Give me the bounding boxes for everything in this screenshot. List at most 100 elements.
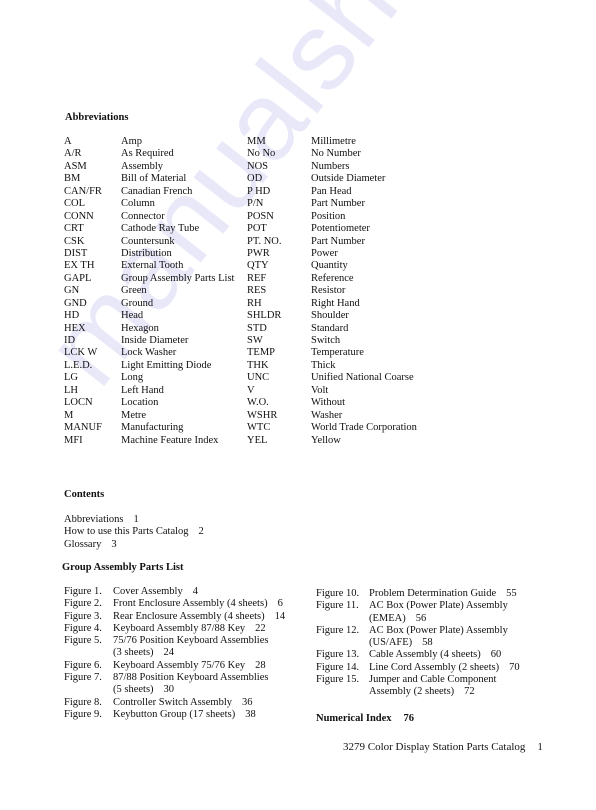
- abbreviation: RES: [247, 285, 267, 297]
- abbreviation: GAPL: [64, 272, 92, 284]
- figure-title: 75/76 Position Keyboard Assemblies: [113, 635, 269, 647]
- figure-label: Figure 4.: [64, 622, 102, 634]
- definition: Quantity: [311, 260, 348, 272]
- figure-entry[interactable]: Figure 2. Front Enclosure Assembly (4 she…: [64, 598, 283, 610]
- figure-title: Rear Enclosure Assembly (4 sheets): [113, 610, 265, 622]
- abbreviation: WSHR: [247, 409, 278, 421]
- figure-entry[interactable]: Figure 3. Rear Enclosure Assembly (4 shee…: [64, 611, 285, 623]
- definition: Long: [121, 372, 144, 384]
- abbreviation: QTY: [247, 260, 269, 272]
- contents-heading: Contents: [64, 489, 105, 500]
- figure-title: (EMEA): [369, 612, 406, 624]
- definition: Thick: [311, 359, 336, 371]
- definition: As Required: [121, 148, 174, 160]
- figure-label: Figure 5.: [64, 635, 102, 647]
- contents-item-title: How to use this Parts Catalog: [64, 526, 189, 538]
- abbreviation: POSN: [247, 210, 274, 222]
- abbreviation: SHLDR: [247, 310, 282, 322]
- abbreviation: CAN/FR: [64, 185, 102, 197]
- abbreviation: LCK W: [64, 347, 98, 359]
- figure-entry[interactable]: Figure 1. Cover Assembly 4: [64, 586, 198, 598]
- figure-entry[interactable]: Figure 5. 75/76 Position Keyboard Assembl…: [64, 635, 268, 660]
- definition: Countersunk: [121, 235, 175, 247]
- definition: Amp: [121, 136, 142, 147]
- figure-entry[interactable]: Figure 7. 87/88 Position Keyboard Assembl…: [64, 672, 268, 697]
- definition: No Number: [311, 148, 361, 160]
- definition: Location: [121, 397, 159, 409]
- abbreviation: CRT: [64, 223, 84, 235]
- abbreviation: P/N: [247, 198, 264, 210]
- definition: Resistor: [311, 285, 346, 297]
- figure-page: 4: [192, 586, 198, 597]
- abbreviation: SW: [247, 335, 263, 346]
- definition: Left Hand: [121, 384, 164, 396]
- figure-page: 38: [245, 708, 256, 720]
- figure-entry[interactable]: Figure 4. Keyboard Assembly 87/88 Key 22: [64, 622, 266, 635]
- abbreviation: LG: [64, 372, 78, 384]
- abbreviation: POT: [247, 223, 267, 235]
- figure-page: 28: [255, 659, 266, 671]
- definition: Hexagon: [121, 322, 159, 334]
- abbreviation: MFI: [64, 434, 83, 446]
- contents-item-title: Abbreviations: [64, 514, 124, 525]
- figure-entry[interactable]: Figure 15. Jumper and Cable Component Asse…: [316, 674, 496, 699]
- contents-item[interactable]: Glossary 3: [64, 539, 204, 551]
- figure-title: Assembly (2 sheets): [369, 686, 455, 698]
- figure-label: Figure 8.: [64, 696, 102, 708]
- abbreviation: EX TH: [64, 260, 95, 272]
- definition: Power: [311, 247, 338, 259]
- page-footer: 3279 Color Display Station Parts Catalog…: [343, 741, 543, 753]
- abbreviation: GN: [64, 285, 80, 297]
- contents-item[interactable]: How to use this Parts Catalog 2: [64, 526, 204, 538]
- abbreviation: RH: [247, 297, 262, 309]
- definition: Unified National Coarse: [311, 372, 414, 384]
- definition: External Tooth: [121, 260, 184, 272]
- contents-item[interactable]: Abbreviations 1: [64, 514, 204, 526]
- abbreviation: UNC: [247, 372, 270, 384]
- definition: Outside Diameter: [311, 173, 386, 185]
- contents-item-page: 2: [198, 526, 204, 538]
- abbreviation: GND: [64, 297, 87, 309]
- definition: Assembly: [121, 160, 163, 172]
- abbreviation: M: [64, 409, 74, 421]
- figure-entry[interactable]: Figure 10. Problem Determination Guide 55: [316, 588, 517, 600]
- figure-entry[interactable]: Figure 11. AC Box (Power Plate) Assembly(…: [316, 600, 508, 625]
- figure-list-right: Figure 10. Problem Determination Guide 55 F…: [316, 588, 520, 699]
- abbreviation: CONN: [64, 210, 94, 222]
- abbreviation: V: [247, 384, 255, 396]
- definition: Millimetre: [311, 136, 356, 147]
- figure-entry[interactable]: Figure 12. AC Box (Power Plate) Assembly(…: [316, 624, 508, 650]
- figure-page: 30: [163, 684, 175, 696]
- definition: Distribution: [121, 247, 172, 259]
- definition: Connector: [121, 210, 165, 222]
- figure-title: (US/AFE): [369, 637, 413, 649]
- figure-label: Figure 13.: [316, 649, 360, 661]
- figure-entry[interactable]: Figure 14. Line Cord Assembly (2 sheets) 7…: [316, 661, 520, 674]
- figure-title: Line Cord Assembly (2 sheets): [369, 661, 500, 673]
- abbreviation: WTC: [247, 422, 271, 434]
- figure-label: Figure 11.: [316, 600, 359, 612]
- abbreviation: W.O.: [247, 397, 269, 409]
- numerical-index[interactable]: Numerical Index 76: [316, 713, 414, 724]
- definition: Reference: [311, 272, 354, 284]
- figure-title: Keybutton Group (17 sheets): [113, 708, 236, 720]
- figure-label: Figure 15.: [316, 674, 360, 686]
- definition: Without: [311, 397, 345, 409]
- abbreviation: STD: [247, 322, 267, 334]
- figure-entry[interactable]: Figure 9. Keybutton Group (17 sheets) 38: [64, 709, 256, 721]
- figure-entry[interactable]: Figure 13. Cable Assembly (4 sheets) 60: [316, 649, 501, 661]
- figure-entry[interactable]: Figure 6. Keyboard Assembly 75/76 Key 28: [64, 659, 266, 672]
- figure-label: Figure 12.: [316, 624, 360, 636]
- definition: Shoulder: [311, 310, 349, 322]
- abbreviation: CSK: [64, 235, 85, 247]
- abbreviation: A: [64, 136, 72, 147]
- figure-title: (5 sheets): [113, 684, 154, 696]
- figure-entry[interactable]: Figure 8. Controller Switch Assembly 36: [64, 696, 253, 709]
- figure-label: Figure 6.: [64, 659, 102, 671]
- abbreviation: HEX: [64, 322, 86, 334]
- abbreviation: COL: [64, 198, 85, 210]
- abbreviation: LOCN: [64, 397, 93, 409]
- definition: Canadian French: [121, 185, 193, 197]
- contents-item-page: 3: [111, 538, 117, 550]
- figure-label: Figure 14.: [316, 661, 360, 673]
